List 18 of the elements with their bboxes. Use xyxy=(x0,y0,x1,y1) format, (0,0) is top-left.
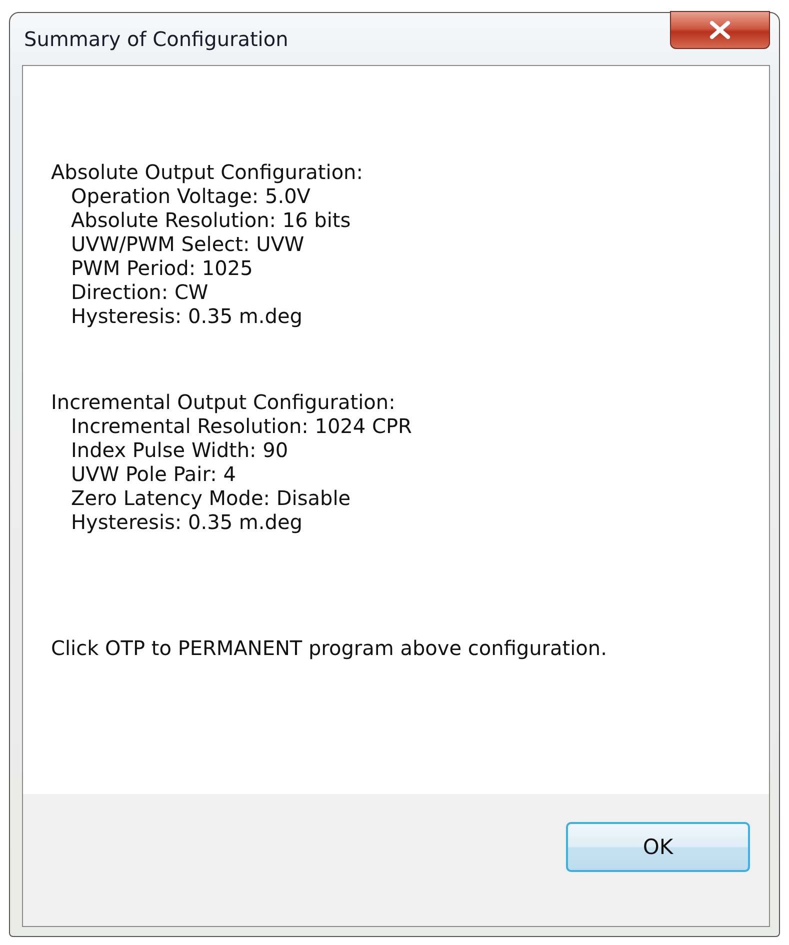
window-title: Summary of Configuration xyxy=(24,27,288,51)
setting-text: PWM Period: 1025 xyxy=(70,256,254,280)
close-icon xyxy=(709,21,731,39)
setting-text: UVW/PWM Select: UVW xyxy=(70,232,306,256)
setting-text: Hysteresis: 0.35 m.deg xyxy=(70,510,304,534)
section-heading: Incremental Output Configuration: xyxy=(51,390,396,414)
ok-button[interactable]: OK xyxy=(566,822,750,872)
setting-text: Incremental Resolution: 1024 CPR xyxy=(70,414,413,438)
setting-text: Index Pulse Width: 90 xyxy=(70,438,290,462)
setting-text: Absolute Resolution: 16 bits xyxy=(70,208,352,232)
setting-text: UVW Pole Pair: 4 xyxy=(70,462,237,486)
close-button[interactable] xyxy=(670,11,770,49)
setting-text: Zero Latency Mode: Disable xyxy=(70,486,352,510)
section-heading: Absolute Output Configuration: xyxy=(51,160,364,184)
instruction-text: Click OTP to PERMANENT program above configuration. xyxy=(51,636,608,660)
setting-text: Operation Voltage: 5.0V xyxy=(70,184,312,208)
setting-text: Hysteresis: 0.35 m.deg xyxy=(70,304,304,328)
setting-text: Direction: CW xyxy=(70,280,210,304)
